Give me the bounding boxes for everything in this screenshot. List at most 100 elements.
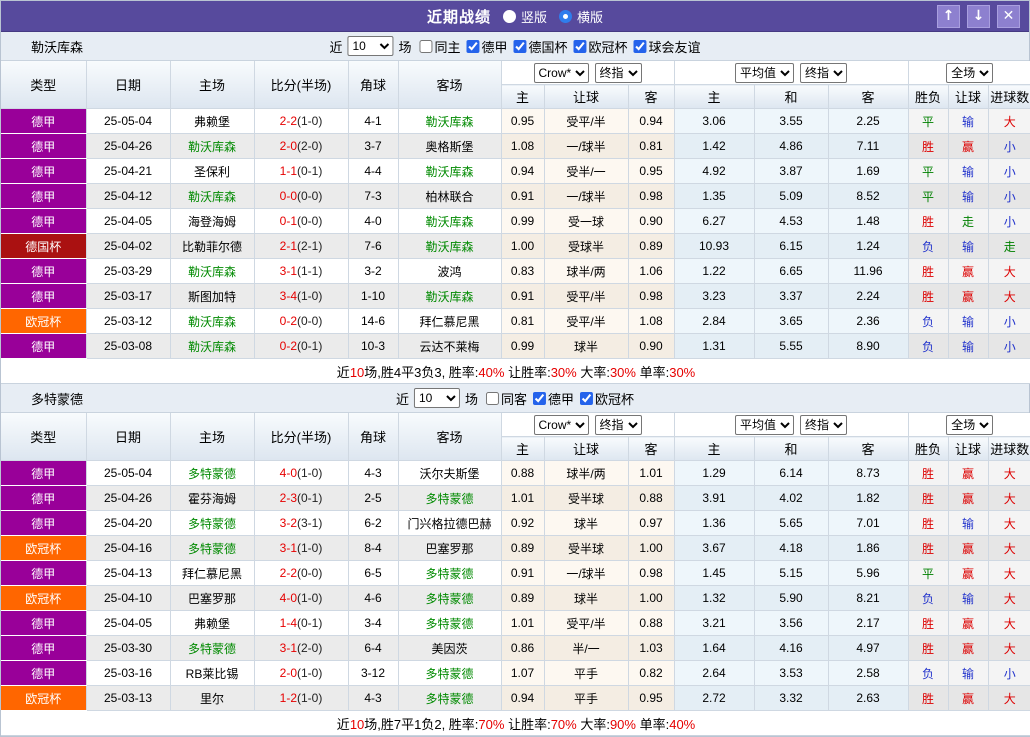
fulltime-score: 3-1 xyxy=(279,264,297,278)
league-filter-checkbox[interactable] xyxy=(573,39,587,53)
average-stage-select[interactable]: 终指 xyxy=(800,414,848,435)
fulltime-score: 4-0 xyxy=(279,591,297,605)
summary-stat-value: 40% xyxy=(478,364,505,380)
odds-home: 0.99 xyxy=(501,333,545,359)
average-source-select[interactable]: 平均值 xyxy=(735,414,795,435)
home-team: 多特蒙德 xyxy=(170,510,255,536)
league-badge: 德甲 xyxy=(1,610,87,636)
avg-draw: 4.86 xyxy=(754,133,829,159)
result-handicap: 输 xyxy=(948,333,989,359)
odds-home: 0.92 xyxy=(501,510,545,536)
match-count-select[interactable]: 10 xyxy=(347,36,394,56)
league-filter-label: 德国杯 xyxy=(528,39,568,55)
result-handicap: 输 xyxy=(948,233,989,259)
sub-column-header: 胜负 xyxy=(908,84,949,109)
layout-radio-vertical[interactable]: 竖版 xyxy=(502,7,547,26)
league-filter-checkbox[interactable] xyxy=(633,39,647,53)
average-group-header: 平均值 终指 xyxy=(674,61,909,85)
score: 3-1(1-0) xyxy=(254,535,349,561)
sub-column-header: 胜负 xyxy=(908,436,949,461)
league-filter-checkbox[interactable] xyxy=(513,39,527,53)
sub-column-header: 客 xyxy=(828,84,909,109)
league-filter-checkbox[interactable] xyxy=(466,39,480,53)
home-team: 多特蒙德 xyxy=(170,460,255,486)
fulltime-score: 0-2 xyxy=(279,314,297,328)
home-team: 勒沃库森 xyxy=(170,333,255,359)
move-down-button[interactable]: ↓ xyxy=(967,4,990,28)
odds-handicap: 受半/一 xyxy=(544,158,629,184)
fulltime-score: 1-1 xyxy=(279,164,297,178)
match-date: 25-04-10 xyxy=(86,585,171,611)
summary-stat-value: 70% xyxy=(550,716,577,732)
radio-vertical-label: 竖版 xyxy=(520,9,547,25)
score: 2-0(1-0) xyxy=(254,660,349,686)
avg-home: 1.36 xyxy=(674,510,755,536)
column-header: 日期 xyxy=(86,413,171,461)
odds-home: 0.83 xyxy=(501,258,545,284)
avg-away: 1.82 xyxy=(828,485,909,511)
avg-home: 6.27 xyxy=(674,208,755,234)
result-goals: 大 xyxy=(988,485,1030,511)
average-source-select[interactable]: 平均值 xyxy=(735,62,795,83)
odds-company-select[interactable]: Crow* xyxy=(533,414,589,435)
league-badge: 德甲 xyxy=(1,283,87,309)
summary-stat-value: 30% xyxy=(669,364,696,380)
result-handicap: 输 xyxy=(948,510,989,536)
halftime-score: (1-0) xyxy=(297,541,323,555)
halftime-score: (2-1) xyxy=(297,239,323,253)
avg-draw: 3.53 xyxy=(754,660,829,686)
result-group-header: 全场 xyxy=(908,61,1030,85)
league-badge: 德甲 xyxy=(1,560,87,586)
away-team: 门兴格拉德巴赫 xyxy=(398,510,502,536)
odds-away: 0.98 xyxy=(628,560,675,586)
odds-company-select[interactable]: Crow* xyxy=(533,62,589,83)
match-date: 25-04-13 xyxy=(86,560,171,586)
close-button[interactable]: ✕ xyxy=(997,4,1020,28)
same-venue-checkbox[interactable] xyxy=(419,39,433,53)
league-filter-checkbox[interactable] xyxy=(580,391,594,405)
average-stage-select[interactable]: 终指 xyxy=(800,62,848,83)
result-handicap: 输 xyxy=(948,158,989,184)
result-outcome: 胜 xyxy=(908,535,949,561)
result-handicap: 赢 xyxy=(948,283,989,309)
league-filter-checkbox[interactable] xyxy=(533,391,547,405)
avg-home: 3.06 xyxy=(674,108,755,134)
odds-stage-select[interactable]: 终指 xyxy=(594,62,642,83)
layout-radio-horizontal[interactable]: 横版 xyxy=(559,7,603,26)
match-row: 德甲 25-05-04 弗赖堡 2-2(1-0) 4-1 勒沃库森 0.95 受平/半 0.94… xyxy=(1,108,1030,134)
league-badge: 德甲 xyxy=(1,635,87,661)
same-venue-checkbox[interactable] xyxy=(485,391,499,405)
avg-draw: 5.09 xyxy=(754,183,829,209)
column-header: 比分(半场) xyxy=(254,61,349,109)
scope-select[interactable]: 全场 xyxy=(946,62,994,83)
sub-column-header: 让球 xyxy=(544,84,629,109)
sub-column-header: 让球 xyxy=(948,436,989,461)
league-badge: 德甲 xyxy=(1,485,87,511)
corners: 3-2 xyxy=(348,258,399,284)
odds-away: 1.08 xyxy=(628,308,675,334)
fulltime-score: 2-2 xyxy=(279,114,297,128)
sub-column-header: 让球 xyxy=(544,436,629,461)
result-goals: 小 xyxy=(988,308,1030,334)
result-outcome: 平 xyxy=(908,158,949,184)
odds-stage-select[interactable]: 终指 xyxy=(594,414,642,435)
corners: 4-6 xyxy=(348,585,399,611)
avg-away: 1.69 xyxy=(828,158,909,184)
avg-away: 2.17 xyxy=(828,610,909,636)
team-section: 勒沃库森近 10 场同主 德甲 德国杯 欧冠杯 球会友谊 类型 日期 主场 比分(半场) 角球 客场 Cr… xyxy=(1,32,1030,384)
avg-draw: 4.02 xyxy=(754,485,829,511)
move-up-button[interactable]: ↑ xyxy=(937,4,960,28)
match-row: 欧冠杯 25-04-16 多特蒙德 3-1(1-0) 8-4 巴塞罗那 0.89 受半球 1.0… xyxy=(1,535,1030,561)
odds-home: 0.89 xyxy=(501,585,545,611)
league-badge: 德甲 xyxy=(1,510,87,536)
odds-away: 1.01 xyxy=(628,460,675,486)
halftime-score: (0-0) xyxy=(297,189,323,203)
team-name: 勒沃库森 xyxy=(31,39,84,55)
avg-home: 10.93 xyxy=(674,233,755,259)
scope-select[interactable]: 全场 xyxy=(946,414,994,435)
odds-handicap: 球半/两 xyxy=(544,460,629,486)
match-count-select[interactable]: 10 xyxy=(413,388,460,408)
match-date: 25-04-12 xyxy=(86,183,171,209)
summary-stat-label: 近 xyxy=(336,716,350,732)
result-outcome: 胜 xyxy=(908,208,949,234)
